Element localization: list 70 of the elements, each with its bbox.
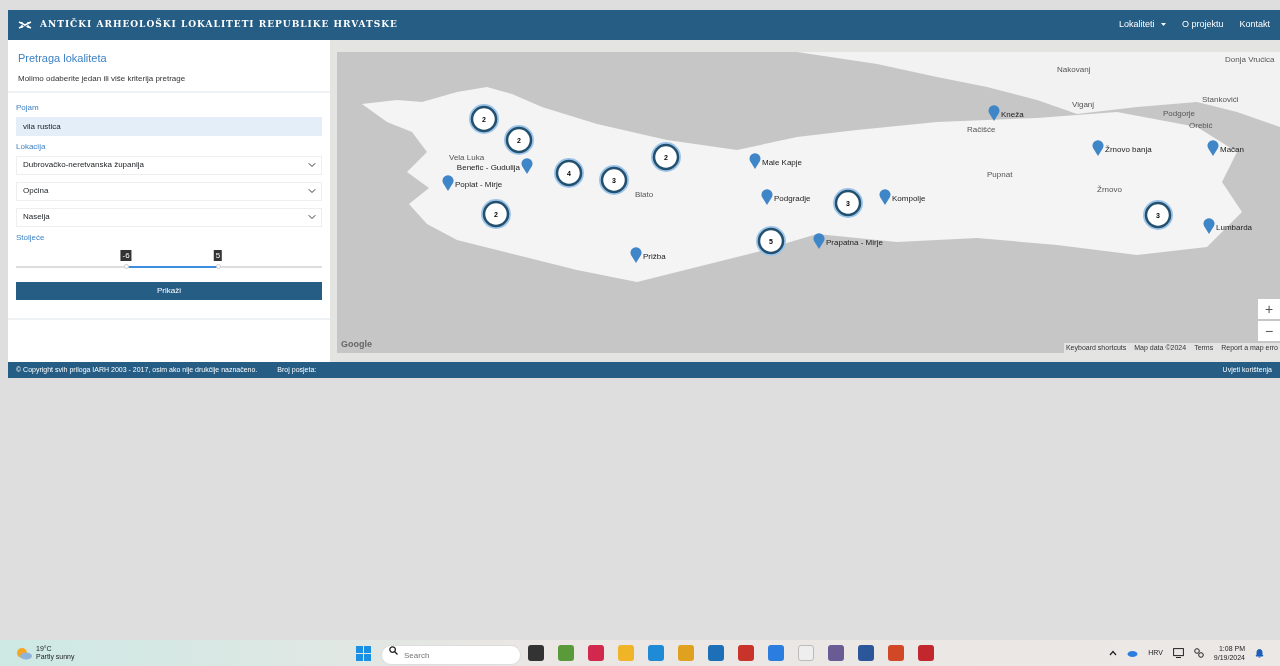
weather-icon[interactable]	[16, 646, 32, 660]
map-pin-icon[interactable]	[988, 105, 1000, 121]
site-label: Mačan	[1220, 145, 1244, 154]
nav-link[interactable]: Kontakt	[1239, 18, 1270, 32]
monitor-icon[interactable]	[1172, 648, 1184, 658]
slider-value: 5	[213, 249, 223, 261]
site-label: Kompolje	[892, 194, 926, 203]
field-label: Lokacija	[16, 140, 47, 153]
place-name: Pupnat	[987, 170, 1013, 179]
map-pin-icon[interactable]	[879, 189, 891, 205]
place-name: Viganj	[1072, 100, 1095, 109]
term-field[interactable]: vila rustica	[16, 116, 322, 136]
site-label: Benefic - Gudulija	[456, 163, 520, 172]
cloud-icon[interactable]	[1127, 649, 1139, 657]
taskbar-app-icon[interactable]	[918, 645, 934, 661]
show-button[interactable]: Prikaži	[16, 281, 322, 300]
slider-value: -6	[120, 249, 132, 261]
site-label: Prižba	[643, 252, 666, 261]
search-icon	[389, 645, 398, 655]
zoom-in-button[interactable]: +	[1258, 299, 1280, 319]
field-label: Stoljeće	[16, 231, 46, 244]
place-name: Žrnovo	[1097, 185, 1122, 194]
place-name: Stankovići	[1202, 95, 1239, 104]
map[interactable]	[337, 52, 1280, 353]
location-select[interactable]: Općina	[16, 181, 322, 201]
slider-handle[interactable]	[215, 263, 221, 269]
search-field[interactable]: Search	[381, 645, 521, 666]
site-label: Kneža	[1001, 110, 1024, 119]
start-icon[interactable]	[356, 645, 371, 661]
map-pin-icon[interactable]	[761, 189, 773, 205]
site-label: Lumbarda	[1216, 223, 1253, 232]
map-logo: Google	[341, 337, 372, 351]
map-pin-icon[interactable]	[1203, 218, 1215, 234]
site-label: Male Kapje	[762, 158, 803, 167]
location-select[interactable]: Naselja	[16, 207, 322, 227]
location-select[interactable]: Dubrovačko-neretvanska županija	[16, 155, 322, 175]
logo-icon	[18, 21, 32, 29]
network-icon[interactable]	[1193, 648, 1204, 658]
taskbar-app-icon[interactable]	[528, 645, 544, 661]
panel-subtitle: Molimo odaberite jedan ili više kriterija pretrage	[18, 72, 187, 85]
site-label: Žrnovo banja	[1105, 145, 1152, 154]
place-name: Podgorje	[1163, 109, 1196, 118]
map-pin-icon[interactable]	[442, 175, 454, 191]
place-name: Nakovanj	[1057, 65, 1091, 74]
map-pin-icon[interactable]	[521, 158, 533, 174]
site-title[interactable]: ANTIČKI ARHEOLOŠKI LOKALITETI REPUBLIKE HRVATSKE	[40, 18, 398, 32]
site-label: Poplat - Mirje	[455, 180, 503, 189]
taskbar-app-icon[interactable]	[708, 645, 724, 661]
panel-title: Pretraga lokaliteta	[18, 51, 108, 66]
field-label: Pojam	[16, 101, 40, 114]
chevron-up-icon[interactable]	[1109, 650, 1118, 656]
place-name: Blato	[635, 190, 654, 199]
place-name: Donja Vrućica	[1225, 55, 1275, 64]
map-pin-icon[interactable]	[813, 233, 825, 249]
zoom-out-button[interactable]: −	[1258, 321, 1280, 341]
bell-icon[interactable]	[1255, 648, 1264, 658]
taskbar-app-icon[interactable]	[828, 645, 844, 661]
nav-link[interactable]: Lokaliteti	[1118, 18, 1166, 32]
place-name: Orebić	[1189, 121, 1213, 130]
site-label: Podgradje	[774, 194, 811, 203]
nav-link[interactable]: O projektu	[1181, 18, 1224, 32]
taskbar-app-icon[interactable]	[858, 645, 874, 661]
map-pin-icon[interactable]	[1092, 140, 1104, 156]
place-name: Račišće	[967, 125, 996, 134]
map-pin-icon[interactable]	[749, 153, 761, 169]
place-name: Vela Luka	[449, 153, 485, 162]
site-label: Prapatna - Mirje	[826, 238, 883, 247]
slider-handle[interactable]	[124, 263, 130, 269]
map-pin-icon[interactable]	[630, 247, 642, 263]
map-pin-icon[interactable]	[1207, 140, 1219, 156]
